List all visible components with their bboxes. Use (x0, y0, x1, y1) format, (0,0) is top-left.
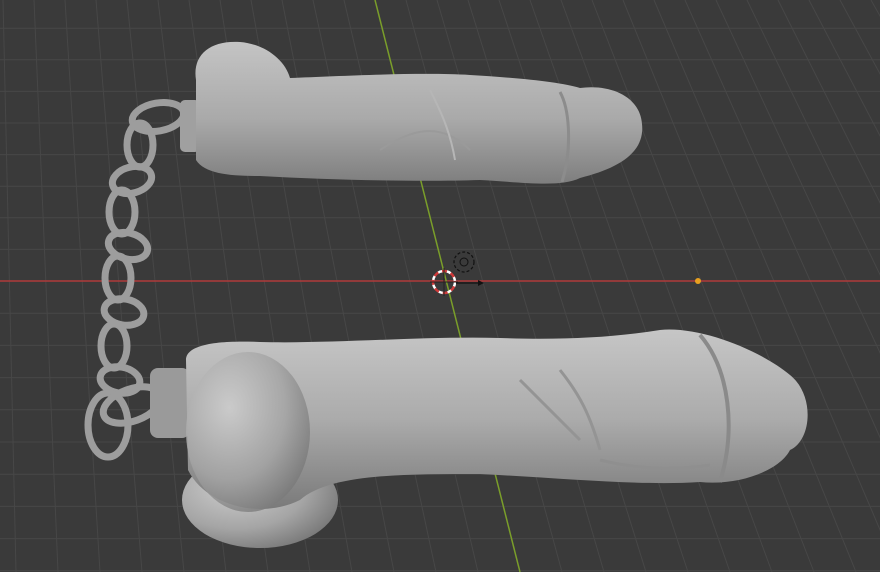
grid-line (33, 0, 59, 572)
grid-line (64, 0, 101, 572)
viewport-canvas[interactable] (0, 0, 880, 572)
3d-cursor-icon[interactable] (430, 268, 458, 296)
grid-line (870, 0, 880, 18)
light-point-icon[interactable] (695, 278, 701, 284)
model-upper-mesh[interactable] (180, 41, 643, 184)
grid-line (746, 0, 880, 276)
camera-icon[interactable] (453, 251, 475, 273)
grid-line (777, 0, 880, 204)
grid-line (560, 0, 773, 572)
model-lower-mesh[interactable] (150, 329, 808, 548)
grid-line (808, 0, 880, 137)
grid-line (684, 0, 880, 439)
grid-line (839, 0, 880, 75)
grid-line (653, 0, 880, 532)
grid-line (2, 0, 17, 572)
grid-line (591, 0, 815, 572)
3d-viewport[interactable] (0, 0, 880, 572)
